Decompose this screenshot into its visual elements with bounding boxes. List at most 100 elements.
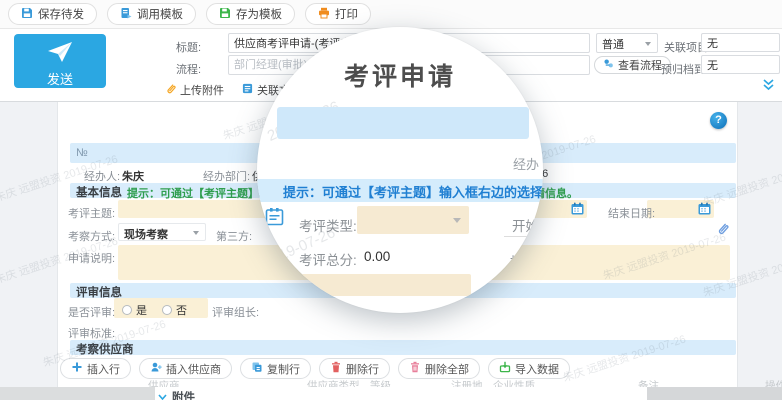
paperclip-icon — [165, 83, 176, 98]
view-flow-label: 查看流程 — [618, 57, 662, 73]
toolbar-button-load-template[interactable]: 调用模板 — [107, 3, 196, 25]
flow-label: 流程: — [176, 61, 201, 77]
toolbar-button-label: 打印 — [335, 6, 358, 22]
save-draft-icon — [21, 7, 33, 22]
magnified-score-label: 考评总分: — [299, 249, 357, 269]
supplier-table-header: 供应商 供应商类型 等级 注册地 企业性质 备注 操作 — [0, 378, 782, 387]
toolbar-button-print[interactable]: 打印 — [305, 3, 371, 25]
related-project-input[interactable] — [701, 33, 780, 52]
end-date-label: 结束日期: — [608, 205, 655, 221]
supplier-button-label: 插入供应商 — [166, 361, 221, 377]
prearchive-input[interactable] — [701, 55, 780, 74]
radio-no-label: 否 — [176, 302, 187, 318]
supplier-button-delete-all[interactable]: 删除全部 — [398, 358, 480, 379]
supplier-column-header: 注册地 — [451, 378, 483, 387]
bottom-band-left — [0, 387, 155, 400]
upload-attachment-link[interactable]: 上传附件 — [165, 82, 224, 98]
toolbar-button-label: 存为模板 — [236, 6, 282, 22]
toolbar-button-save-template[interactable]: 存为模板 — [206, 3, 295, 25]
supplier-button-label: 删除行 — [346, 361, 379, 377]
supplier-button-import-data[interactable]: 导入数据 — [488, 358, 570, 379]
priority-value: 普通 — [602, 39, 624, 51]
attachment-panel-header[interactable]: 附件 — [158, 388, 195, 400]
supplier-section-bar — [70, 340, 736, 355]
delete-all-icon — [409, 361, 421, 376]
doc-number-label: № — [76, 147, 88, 159]
magnified-start-fragment: 开始 — [512, 215, 539, 235]
help-icon[interactable]: ? — [710, 112, 727, 129]
upload-attachment-label: 上传附件 — [180, 82, 224, 98]
view-flow-icon — [603, 58, 614, 72]
print-icon — [318, 7, 330, 22]
evaluation-application-page: 保存待发调用模板存为模板打印 发送 标题: 普通 关联项目: 流程: 查看流程 … — [0, 0, 782, 400]
caret-down-icon — [193, 231, 199, 235]
desc-label: 申请说明: — [68, 250, 115, 266]
attachment-paperclip-icon[interactable] — [716, 222, 729, 241]
top-toolbar: 保存待发 调用模板 存为模板 打印 — [0, 0, 782, 29]
end-date-input[interactable] — [647, 200, 714, 218]
is-review-field: 是 否 — [114, 298, 208, 318]
radio-circle-icon — [122, 305, 132, 315]
supplier-column-header: 供应商类型 — [307, 378, 360, 387]
magnified-doc-number-bar — [277, 107, 529, 139]
supplier-button-insert-row[interactable]: 插入行 — [60, 358, 131, 379]
paper-plane-icon — [14, 41, 106, 68]
magnified-type-label: 考评类型: — [299, 215, 357, 235]
toolbar-button-group: 保存待发 调用模板 存为模板 打印 — [8, 3, 371, 25]
magnified-score-value: 0.00 — [364, 249, 390, 264]
review-standard-label: 评审标准: — [68, 325, 115, 341]
radio-yes-label: 是 — [136, 302, 147, 318]
radio-yes[interactable]: 是 — [122, 302, 147, 318]
toolbar-button-label: 保存待发 — [38, 6, 84, 22]
insert-row-icon — [71, 361, 83, 376]
supplier-button-delete-row[interactable]: 删除行 — [319, 358, 390, 379]
priority-select[interactable]: 普通 — [596, 33, 658, 53]
review-leader-label: 评审组长: — [212, 304, 259, 320]
supplier-button-label: 删除全部 — [425, 361, 469, 377]
method-value: 现场考察 — [124, 229, 168, 241]
magnified-page-title: 考评申请 — [257, 57, 543, 93]
magnified-partial-char: 框 — [510, 251, 524, 271]
form-doc-icon — [265, 207, 284, 231]
supplier-column-header: 企业性质 — [493, 378, 535, 387]
save-template-icon — [219, 7, 231, 22]
caret-down-icon — [453, 218, 461, 223]
insert-supplier-icon — [150, 361, 162, 376]
supplier-section-title: 考察供应商 — [76, 341, 134, 357]
supplier-column-header: 操作 — [765, 378, 782, 387]
view-flow-button[interactable]: 查看流程 — [594, 56, 671, 74]
handler-value: 朱庆 — [122, 168, 144, 184]
chevron-down-icon — [158, 388, 167, 400]
load-template-icon — [120, 7, 132, 22]
supplier-column-header: 等级 — [370, 378, 391, 387]
radio-no[interactable]: 否 — [162, 302, 187, 318]
magnified-hint-text: 提示：可通过【考评主题】输入框右边的选择按钮 — [283, 182, 543, 201]
toolbar-button-save-draft[interactable]: 保存待发 — [8, 3, 97, 25]
supplier-button-label: 复制行 — [267, 361, 300, 377]
delete-row-icon — [330, 361, 342, 376]
title-label: 标题: — [176, 39, 201, 55]
toolbar-button-label: 调用模板 — [137, 6, 183, 22]
method-label: 考察方式: — [68, 228, 115, 244]
dept-label: 经办部门: — [203, 168, 250, 184]
send-button[interactable]: 发送 — [14, 34, 106, 88]
supplier-button-insert-supplier[interactable]: 插入供应商 — [139, 358, 232, 379]
supplier-column-header: 供应商 — [148, 378, 180, 387]
calendar-icon[interactable] — [571, 202, 584, 220]
collapse-chevrons-icon[interactable] — [762, 78, 775, 96]
review-section-title: 评审信息 — [76, 284, 122, 300]
magnified-handler-fragment: 经办 — [513, 154, 539, 173]
method-select[interactable]: 现场考察 — [118, 223, 206, 241]
handler-label: 经办人: — [84, 168, 120, 184]
supplier-button-label: 插入行 — [87, 361, 120, 377]
supplier-table-toolbar: 插入行 插入供应商 复制行 删除行 删除全部 导入数据 — [60, 358, 570, 379]
supplier-button-copy-row[interactable]: 复制行 — [240, 358, 311, 379]
magnifier-bubble: 2019-07-26 2019-07-26 考评申请 经办 提示：可通过【考评主… — [257, 27, 543, 313]
supplier-button-label: 导入数据 — [515, 361, 559, 377]
topic-label: 考评主题: — [68, 205, 115, 221]
send-button-label: 发送 — [14, 69, 106, 88]
related-doc-icon — [242, 83, 253, 97]
supplier-column-header: 备注 — [638, 378, 659, 387]
is-review-label: 是否评审: — [68, 304, 115, 320]
calendar-icon[interactable] — [698, 202, 711, 220]
